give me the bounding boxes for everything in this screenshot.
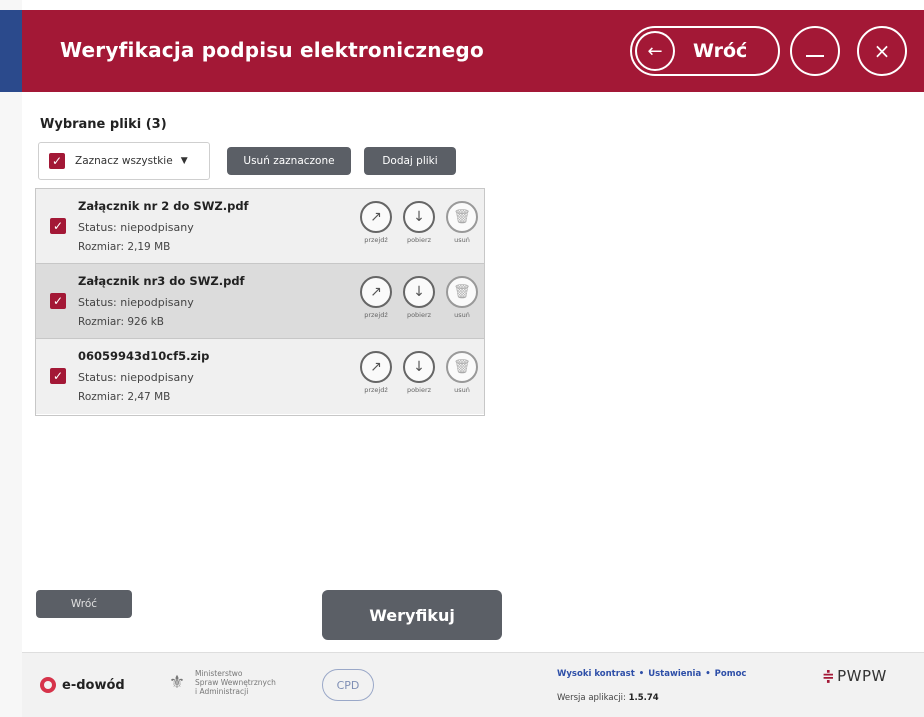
page-title: Weryfikacja podpisu elektronicznego (60, 38, 484, 62)
mswia-line: Ministerstwo (195, 668, 243, 678)
file-status: Status: niepodpisany (78, 221, 194, 234)
file-checkbox[interactable]: ✓ (50, 293, 66, 309)
file-size: Rozmiar: 2,19 MB (78, 241, 171, 253)
arrow-down-icon: ↓ (403, 276, 435, 308)
background-window-strip (0, 0, 22, 717)
background-window-edge (0, 10, 22, 92)
open-file-button[interactable]: ↗ przejdź (356, 201, 396, 244)
open-file-button[interactable]: ↗ przejdź (356, 276, 396, 319)
pwpw-logo: ≑ PWPW (822, 667, 887, 685)
footer-links: Wysoki kontrast • Ustawienia • Pomoc (557, 669, 746, 679)
arrow-left-icon: ← (635, 31, 675, 71)
select-all-label: Zaznacz wszystkie (75, 155, 173, 167)
cpd-logo: CPD (322, 669, 374, 701)
file-row[interactable]: ✓ 06059943d10cf5.zip Status: niepodpisan… (36, 339, 484, 414)
close-button[interactable]: × (857, 26, 907, 76)
download-file-button[interactable]: ↓ pobierz (399, 201, 439, 244)
open-file-label: przejdź (364, 236, 388, 244)
trash-icon: 🗑 (446, 351, 478, 383)
select-all-dropdown[interactable]: ✓ Zaznacz wszystkie ▼ (38, 142, 210, 180)
delete-file-button[interactable]: 🗑 usuń (442, 201, 482, 244)
eagle-emblem-icon: ⚜ (168, 671, 186, 693)
selected-files-title: Wybrane pliki (3) (40, 117, 167, 132)
open-file-button[interactable]: ↗ przejdź (356, 351, 396, 394)
caret-down-icon: ▼ (180, 156, 188, 166)
file-status: Status: niepodpisany (78, 371, 194, 384)
settings-link[interactable]: Ustawienia (648, 669, 701, 679)
open-file-label: przejdź (364, 311, 388, 319)
header-back-label: Wróć (693, 40, 748, 62)
arrow-up-right-icon: ↗ (360, 351, 392, 383)
edowod-icon (40, 677, 56, 693)
download-file-button[interactable]: ↓ pobierz (399, 276, 439, 319)
close-icon: × (873, 39, 891, 63)
download-file-label: pobierz (406, 236, 432, 244)
header-bar: Weryfikacja podpisu elektronicznego ← Wr… (22, 10, 924, 92)
file-checkbox[interactable]: ✓ (50, 368, 66, 384)
arrow-up-right-icon: ↗ (360, 276, 392, 308)
link-separator: • (638, 669, 645, 679)
delete-file-label: usuń (454, 311, 470, 319)
file-status: Status: niepodpisany (78, 296, 194, 309)
arrow-down-icon: ↓ (403, 201, 435, 233)
arrow-up-right-icon: ↗ (360, 201, 392, 233)
file-name: 06059943d10cf5.zip (78, 349, 210, 363)
download-file-button[interactable]: ↓ pobierz (399, 351, 439, 394)
app-version: Wersja aplikacji: 1.5.74 (557, 693, 659, 703)
pwpw-mark-icon: ≑ (822, 667, 836, 685)
delete-file-label: usuń (454, 236, 470, 244)
select-all-checkbox[interactable]: ✓ (49, 153, 65, 169)
open-file-label: przejdź (364, 386, 388, 394)
add-files-button[interactable]: Dodaj pliki (364, 147, 456, 175)
file-checkbox[interactable]: ✓ (50, 218, 66, 234)
verify-button[interactable]: Weryfikuj (322, 590, 502, 640)
minimize-button[interactable] (790, 26, 840, 76)
file-size: Rozmiar: 926 kB (78, 316, 165, 328)
help-link[interactable]: Pomoc (715, 669, 747, 679)
mswia-logo: ⚜ Ministerstwo Spraw Wewnętrznych i Admi… (165, 667, 276, 697)
trash-icon: 🗑 (446, 201, 478, 233)
mswia-line: Spraw Wewnętrznych (195, 677, 276, 687)
edowod-label: e-dowód (62, 677, 125, 693)
link-separator: • (705, 669, 711, 679)
pwpw-label: PWPW (837, 667, 887, 685)
delete-file-button[interactable]: 🗑 usuń (442, 276, 482, 319)
file-name: Załącznik nr 2 do SWZ.pdf (78, 199, 249, 213)
remove-selected-button[interactable]: Usuń zaznaczone (227, 147, 351, 175)
edowod-logo: e-dowód (40, 677, 125, 693)
version-label: Wersja aplikacji: (557, 693, 626, 703)
file-size: Rozmiar: 2,47 MB (78, 391, 171, 403)
file-name: Załącznik nr3 do SWZ.pdf (78, 274, 245, 288)
version-value: 1.5.74 (628, 693, 659, 703)
delete-file-label: usuń (454, 386, 470, 394)
mswia-line: i Administracji (195, 686, 249, 696)
file-list: ✓ Załącznik nr 2 do SWZ.pdf Status: niep… (35, 188, 485, 416)
high-contrast-link[interactable]: Wysoki kontrast (557, 669, 635, 679)
trash-icon: 🗑 (446, 276, 478, 308)
back-button[interactable]: Wróć (36, 590, 132, 618)
header-back-button[interactable]: ← Wróć (630, 26, 780, 76)
download-file-label: pobierz (406, 311, 432, 319)
file-row[interactable]: ✓ Załącznik nr 2 do SWZ.pdf Status: niep… (36, 189, 484, 264)
mswia-text: Ministerstwo Spraw Wewnętrznych i Admini… (195, 669, 276, 696)
footer: e-dowód ⚜ Ministerstwo Spraw Wewnętrznyc… (22, 652, 924, 717)
minimize-icon (806, 55, 824, 57)
file-row[interactable]: ✓ Załącznik nr3 do SWZ.pdf Status: niepo… (36, 264, 484, 339)
arrow-down-icon: ↓ (403, 351, 435, 383)
download-file-label: pobierz (406, 386, 432, 394)
delete-file-button[interactable]: 🗑 usuń (442, 351, 482, 394)
